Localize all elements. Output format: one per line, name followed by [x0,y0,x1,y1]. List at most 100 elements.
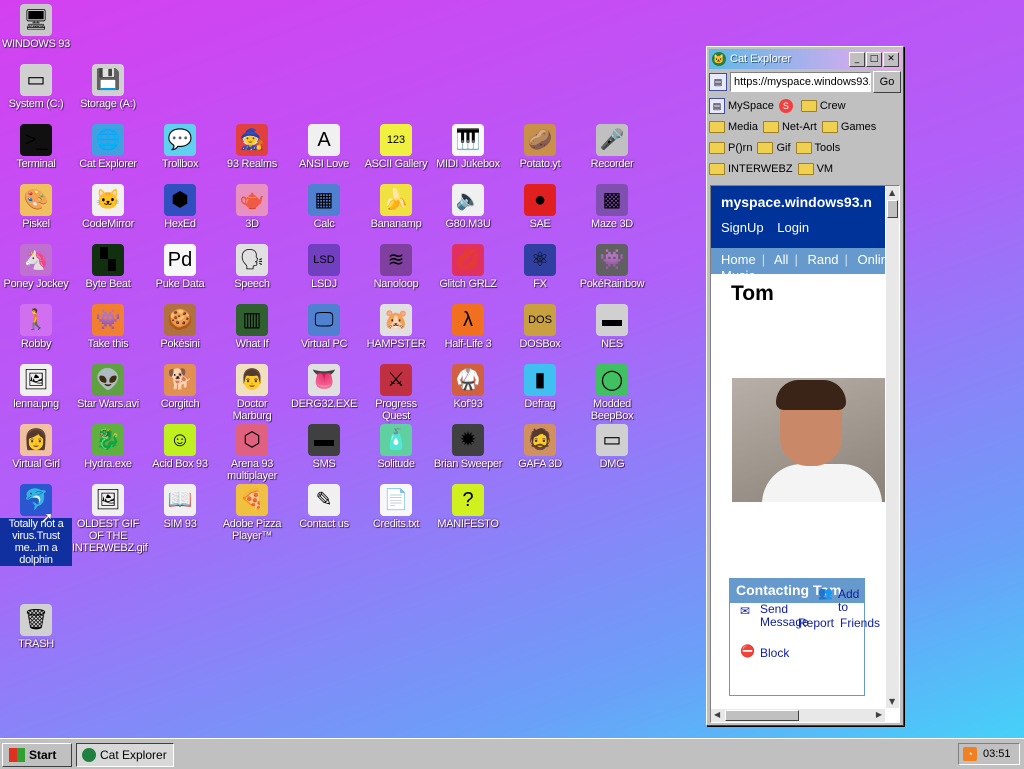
add-to-link[interactable]: Add to [838,588,868,614]
desktop-icon-windows93[interactable]: 🖥 WINDOWS 93 [0,4,72,60]
bookmark-crew[interactable]: Crew [800,95,846,116]
desktop-icon-sms[interactable]: ▬ SMS [288,424,360,480]
desktop-icon-93realms[interactable]: 🧙 93 Realms [216,124,288,180]
start-button[interactable]: Start [2,743,72,767]
desktop-icon-recorder[interactable]: 🎤 Recorder [576,124,648,180]
desktop-icon-whatif[interactable]: ▥ What If [216,304,288,360]
bookmark-special[interactable]: S [778,95,796,116]
desktop-icon-nes[interactable]: ▬ NES [576,304,648,360]
desktop-icon-corgitch[interactable]: 🐕 Corgitch [144,364,216,420]
go-button[interactable]: Go [873,71,901,93]
desktop-icon-defrag[interactable]: ▮ Defrag [504,364,576,420]
desktop-icon-g80m3u[interactable]: 🔈 G80.M3U [432,184,504,240]
bookmark-p-rn[interactable]: P()rn [709,137,752,158]
bookmark-myspace[interactable]: ▤ MySpace [709,95,774,116]
desktop-icon-speech[interactable]: 🗣 Speech [216,244,288,300]
vertical-scrollbar[interactable]: ▲ ▼ [886,186,899,708]
desktop-icon-derg32[interactable]: 👅 DERG32.EXE [288,364,360,420]
desktop-icon-gafa3d[interactable]: 🧔 GAFA 3D [504,424,576,480]
desktop-icon-hampster[interactable]: 🐹 HAMPSTER [360,304,432,360]
desktop-icon-starwars[interactable]: 👽 Star Wars.avi [72,364,144,420]
bookmark-vm[interactable]: VM [797,158,833,179]
rss-icon[interactable]: ◔ [963,747,977,761]
desktop-icon-ansilove[interactable]: A ANSI Love [288,124,360,180]
desktop-icon-terminal[interactable]: >_ Terminal [0,124,72,180]
desktop-icon-codemirror[interactable]: 🐱 CodeMirror [72,184,144,240]
desktop-icon-manifesto[interactable]: ? MANIFESTO [432,484,504,540]
desktop-icon-system[interactable]: ▭ System (C:) [0,64,72,120]
desktop-icon-bananamp[interactable]: 🍌 Bananamp [360,184,432,240]
desktop-icon-solitude[interactable]: 🧴 Solitude [360,424,432,480]
send-message-link[interactable]: Send Message [760,603,809,629]
desktop-icon-storage[interactable]: 💾 Storage (A:) [72,64,144,120]
desktop-icon-totallynotavirus[interactable]: 🐬 Totally not a virus.Trust me...im a dol… [0,484,72,566]
desktop-icon-pokerainbow[interactable]: 👾 PokéRainbow [576,244,648,300]
friends-link[interactable]: Friends [840,617,880,630]
desktop-icon-glitchgrlz[interactable]: 💋 Glitch GRLZ [432,244,504,300]
desktop-icon-sae[interactable]: ● SAE [504,184,576,240]
desktop-icon-dosbox[interactable]: DOS DOSBox [504,304,576,360]
desktop-icon-trash[interactable]: 🗑 TRASH [0,604,72,660]
bookmark-tools[interactable]: Tools [795,137,840,158]
block-link[interactable]: Block [760,647,789,660]
desktop-icon-virtualgirl[interactable]: 👩 Virtual Girl [0,424,72,480]
myspace-brand[interactable]: myspace.windows93.n [711,186,885,210]
desktop-icon-lenna[interactable]: 🖼 lenna.png [0,364,72,420]
desktop-icon-oldestgif[interactable]: 🖼 OLDEST GIF OF THE INTERWEBZ.gif [72,484,148,554]
nav-all[interactable]: All [774,252,788,267]
desktop-icon-poneyjockey[interactable]: 🦄 Poney Jockey [0,244,72,300]
nav-online[interactable]: Online [858,252,885,267]
desktop-icon-kof93[interactable]: 🥋 Kof'93 [432,364,504,420]
desktop-icon-lsdj[interactable]: LSD LSDJ [288,244,360,300]
nav-home[interactable]: Home [721,252,756,267]
desktop-icon-hexed[interactable]: ⬢ HexEd [144,184,216,240]
bookmark-interwebz[interactable]: INTERWEBZ [709,158,793,179]
cat-explorer-window[interactable]: 🐱 Cat Explorer _ □ ✕ ▤ https://myspace.w… [706,46,904,726]
desktop-icon-arena93[interactable]: ⬡ Arena 93 multiplayer [216,424,288,482]
desktop-icon-calc[interactable]: ▦ Calc [288,184,360,240]
desktop-icon-dmg[interactable]: ▭ DMG [576,424,648,480]
desktop-icon-potatoyt[interactable]: 🥔 Potato.yt [504,124,576,180]
report-link[interactable]: Report [798,617,834,630]
signup-link[interactable]: SignUp [721,220,764,235]
desktop-icon-pukedata[interactable]: Pd Puke Data [144,244,216,300]
desktop-icon-sim93[interactable]: 📖 SIM 93 [144,484,216,540]
desktop-icon-bytebeat[interactable]: ▚ Byte Beat [72,244,144,300]
desktop-icon-trollbox[interactable]: 💬 Trollbox [144,124,216,180]
url-input[interactable]: https://myspace.windows93.net [730,72,871,92]
desktop-icon-contactus[interactable]: ✎ Contact us [288,484,360,540]
minimize-button[interactable]: _ [849,51,865,67]
bookmark-games[interactable]: Games [821,116,876,137]
desktop-icon-robby[interactable]: 🚶 Robby [0,304,72,360]
desktop-icon-progressquest[interactable]: ⚔ Progress Quest [360,364,432,422]
desktop-icon-doctormarburg[interactable]: 👨 Doctor Marburg [216,364,288,422]
desktop-icon-moddedbeepbox[interactable]: ◯ Modded BeepBox [576,364,648,422]
desktop-icon-adobepizza[interactable]: 🍕 Adobe Pizza Player™ [216,484,288,542]
desktop-icon-fx[interactable]: ⚛ FX [504,244,576,300]
desktop-icon-piskel[interactable]: 🎨 Piskel [0,184,72,240]
bookmark-media[interactable]: Media [709,116,758,137]
bookmark-gif[interactable]: Gif [757,137,791,158]
nav-overflow[interactable]: Music [721,268,755,276]
desktop-icon-acidbox93[interactable]: ☺ Acid Box 93 [144,424,216,480]
browser-viewport[interactable]: myspace.windows93.n SignUp Login Home | A… [710,185,900,723]
desktop-icon-midijukebox[interactable]: 🎹 MIDI Jukebox [432,124,504,180]
taskbar-item-cat-explorer[interactable]: Cat Explorer [76,743,174,767]
close-button[interactable]: ✕ [883,51,899,67]
desktop-icon-maze3d[interactable]: ▩ Maze 3D [576,184,648,240]
desktop-icon-credits[interactable]: 📄 Credits.txt [360,484,432,540]
vertical-scroll-thumb[interactable] [887,200,898,218]
horizontal-scroll-thumb[interactable] [725,710,799,721]
desktop-icon-takethis[interactable]: 👾 Take this [72,304,144,360]
maximize-button[interactable]: □ [866,51,882,67]
desktop-icon-asciigallery[interactable]: 123 ASCII Gallery [360,124,432,180]
login-link[interactable]: Login [777,220,809,235]
desktop-icon-cat-explorer[interactable]: 🌐 Cat Explorer [72,124,144,180]
desktop-icon-3d[interactable]: 🫖 3D [216,184,288,240]
desktop-icon-nanoloop[interactable]: ≋ Nanoloop [360,244,432,300]
horizontal-scrollbar[interactable]: ◀ ▶ [711,709,885,722]
nav-rand[interactable]: Rand [807,252,838,267]
desktop-icon-hydraexe[interactable]: 🐉 Hydra.exe [72,424,144,480]
desktop-icon-pokesini[interactable]: 🍪 Pokésini [144,304,216,360]
desktop-icon-halflife3[interactable]: λ Half-Life 3 [432,304,504,360]
